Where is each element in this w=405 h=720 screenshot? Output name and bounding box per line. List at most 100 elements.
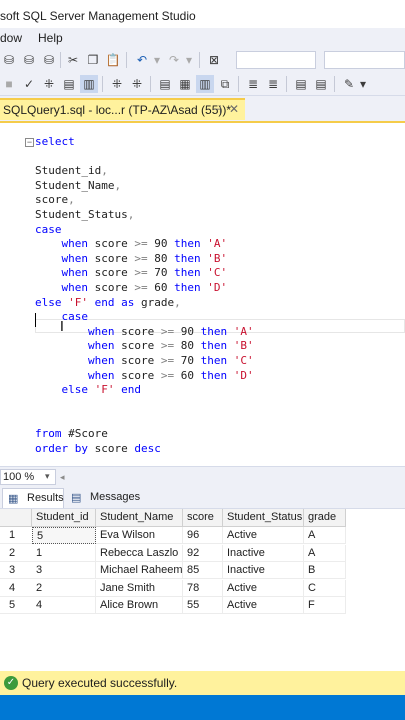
scroll-left-icon[interactable]: ◂ [60, 472, 65, 483]
code-line[interactable]: case [35, 223, 62, 236]
menu-item-help[interactable]: Help [38, 31, 63, 45]
results-to-grid-icon[interactable]: ▥ [80, 75, 98, 93]
code-line[interactable]: when score >= 60 then 'D' [35, 369, 254, 382]
pin-icon[interactable]: ⊣ [212, 103, 222, 116]
grid-corner[interactable] [0, 509, 32, 527]
table-cell[interactable]: 96 [183, 527, 223, 544]
code-line[interactable]: select [35, 135, 75, 148]
decrease-indent-icon[interactable]: ≣ [244, 75, 262, 93]
column-header[interactable]: score [183, 509, 223, 527]
uncomment-icon[interactable]: ▥ [196, 75, 214, 93]
close-icon[interactable]: ✕ [229, 102, 239, 116]
table-cell[interactable]: Jane Smith [96, 579, 183, 597]
tab-results[interactable]: ▦ Results [2, 488, 64, 508]
comment-lines-icon[interactable]: ▤ [292, 75, 310, 93]
code-token: score [88, 266, 135, 280]
table-cell[interactable]: Rebecca Laszlo [96, 544, 183, 562]
code-token: , [127, 208, 135, 221]
specify-values-icon[interactable]: ✎ [340, 75, 358, 93]
code-line[interactable]: Student_Status, [35, 208, 134, 221]
uncomment-lines-icon[interactable]: ▤ [312, 75, 330, 93]
row-number[interactable]: 5 [0, 597, 32, 614]
mdx-query-icon[interactable]: ⛁ [0, 51, 18, 69]
paste-icon[interactable]: 📋 [104, 51, 122, 69]
tab-sqlquery1[interactable]: SQLQuery1.sql - loc...r (TP-AZ\Asad (55)… [0, 98, 245, 120]
undo-dropdown-icon[interactable]: ▾ [152, 51, 162, 69]
code-line[interactable]: else 'F' end as grade, [35, 296, 181, 309]
toolbar-overflow-icon[interactable]: ▾ [358, 75, 368, 93]
redo-icon[interactable]: ↷ [165, 51, 183, 69]
table-cell[interactable]: Michael Raheem [96, 562, 183, 579]
code-line[interactable]: when score >= 80 then 'B' [35, 252, 228, 265]
table-cell[interactable]: A [304, 544, 346, 562]
column-header[interactable]: grade [304, 509, 346, 527]
comment-icon[interactable]: ▦ [176, 75, 194, 93]
save-icon[interactable]: ⧉ [216, 75, 234, 93]
code-line[interactable]: score, [35, 193, 75, 206]
table-cell[interactable]: Active [223, 579, 304, 597]
table-cell[interactable]: Active [223, 527, 304, 544]
table-cell[interactable]: Eva Wilson [96, 527, 183, 544]
display-plan-icon[interactable]: ⁜ [40, 75, 58, 93]
collapse-icon[interactable]: − [25, 138, 34, 147]
code-line[interactable]: when score >= 70 then 'C' [35, 266, 228, 280]
row-number[interactable]: 3 [0, 562, 32, 579]
tab-messages[interactable]: ▤ Messages [66, 488, 140, 508]
menu-item-window[interactable]: dow [0, 31, 22, 45]
code-token: >= [134, 266, 148, 280]
results-to-file-icon[interactable]: ▤ [156, 75, 174, 93]
code-line[interactable]: when score >= 90 then 'A' [35, 325, 254, 338]
results-to-text-icon[interactable]: ▤ [60, 75, 78, 93]
column-header[interactable]: Student_Name [96, 509, 183, 527]
code-line[interactable]: when score >= 90 then 'A' [35, 237, 228, 250]
table-cell[interactable]: 3 [32, 562, 96, 579]
table-cell[interactable]: A [304, 527, 346, 544]
include-plan-icon[interactable]: ⁜ [108, 75, 126, 93]
stop-icon[interactable]: ■ [0, 75, 18, 93]
code-line[interactable]: case [35, 310, 89, 323]
code-line[interactable]: when score >= 70 then 'C' [35, 354, 254, 367]
table-cell[interactable]: 92 [183, 544, 223, 562]
code-line[interactable]: when score >= 80 then 'B' [35, 339, 254, 352]
cut-icon[interactable]: ✂ [64, 51, 82, 69]
row-number[interactable]: 2 [0, 545, 32, 562]
code-line[interactable]: Student_Name, [35, 179, 121, 192]
xmla-query-icon[interactable]: ⛁ [40, 51, 58, 69]
code-line[interactable]: else 'F' end [35, 383, 142, 396]
table-cell[interactable]: Inactive [223, 562, 304, 579]
row-number[interactable]: 4 [0, 580, 32, 597]
column-header[interactable]: Student_id [32, 509, 96, 527]
increase-indent-icon[interactable]: ≣ [264, 75, 282, 93]
table-cell[interactable]: C [304, 579, 346, 597]
column-header[interactable]: Student_Status [223, 509, 304, 527]
object-explorer-icon[interactable]: ⊠ [205, 51, 223, 69]
solution-config-dropdown[interactable] [236, 51, 316, 69]
table-cell[interactable]: 4 [32, 597, 96, 614]
row-number[interactable]: 1 [0, 527, 32, 544]
table-cell[interactable]: F [304, 597, 346, 614]
copy-icon[interactable]: ❐ [84, 51, 102, 69]
code-line[interactable]: from #Score [35, 427, 108, 440]
table-cell[interactable]: 2 [32, 579, 96, 597]
parse-check-icon[interactable]: ✓ [20, 75, 38, 93]
code-line[interactable]: order by score desc [35, 442, 161, 455]
table-cell[interactable]: Active [223, 597, 304, 614]
table-cell[interactable]: Inactive [223, 544, 304, 562]
table-cell[interactable]: 85 [183, 562, 223, 579]
code-line[interactable]: Student_id, [35, 164, 108, 177]
dmx-query-icon[interactable]: ⛁ [20, 51, 38, 69]
table-cell[interactable]: 5 [32, 527, 96, 544]
client-stats-icon[interactable]: ⁜ [128, 75, 146, 93]
table-cell[interactable]: 1 [32, 544, 96, 562]
redo-dropdown-icon[interactable]: ▾ [184, 51, 194, 69]
table-cell[interactable]: B [304, 562, 346, 579]
table-cell[interactable]: 55 [183, 597, 223, 614]
undo-icon[interactable]: ↶ [133, 51, 151, 69]
code-line[interactable]: when score >= 60 then 'D' [35, 281, 228, 294]
table-cell[interactable]: 78 [183, 579, 223, 597]
zoom-dropdown[interactable]: 100 % ▾ [0, 469, 56, 485]
table-cell[interactable]: Alice Brown [96, 597, 183, 614]
results-grid[interactable]: Student_id Student_Name score Student_St… [0, 508, 405, 671]
query-editor[interactable]: − I select Student_id, Student_Name, score,… [0, 121, 405, 466]
search-box[interactable] [324, 51, 405, 69]
